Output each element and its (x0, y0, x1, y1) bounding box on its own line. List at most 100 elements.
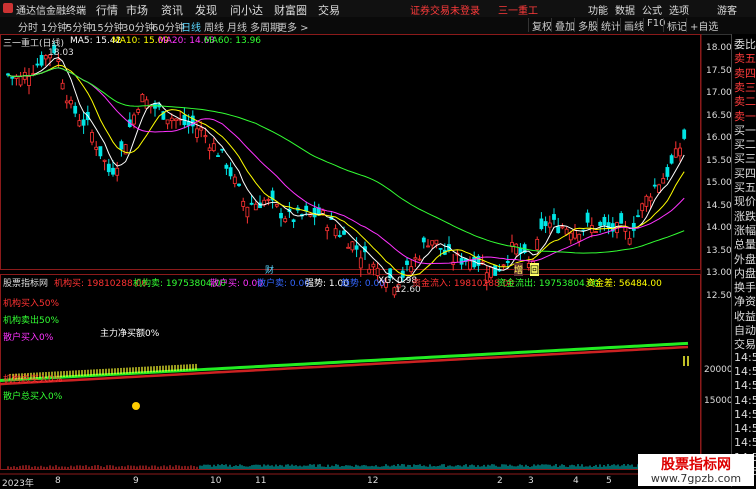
candle-body (665, 167, 670, 177)
period-15min[interactable]: 15分钟 (91, 19, 124, 34)
marker-finance[interactable]: 财 (265, 263, 274, 276)
candle-body (560, 226, 565, 229)
indicator-legend-item: 机构买入50% (3, 299, 60, 309)
candle-body (203, 135, 208, 138)
indicator-name[interactable]: 股票指标网 (3, 276, 48, 289)
candle-body (279, 212, 283, 219)
indicator-legend-item: 机构卖出50% (3, 316, 60, 326)
candle-body (325, 227, 330, 232)
period-multi[interactable]: 多周期 (250, 19, 280, 34)
candle-body (94, 146, 99, 150)
marker-buyback[interactable]: 回 (530, 263, 540, 276)
period-daily[interactable]: 日线 (181, 19, 201, 34)
price-tick: 18.00 (706, 43, 732, 53)
candle-body (438, 247, 443, 250)
date-tick: 10 (210, 476, 222, 486)
candle-body (69, 99, 73, 105)
period-intraday[interactable]: 分时 (18, 19, 38, 34)
indicator-tick-20000: 20000 (704, 365, 733, 375)
period-toolbar: 分时 1分钟 5分钟 15分钟 30分钟 60分钟 日线 周线 月线 多周期 更… (0, 17, 756, 35)
period-more[interactable]: 更多 > (277, 19, 309, 34)
price-tick: 15.00 (706, 178, 732, 188)
candle-body (106, 163, 111, 173)
candle-body (245, 206, 250, 218)
kline-frame (0, 34, 701, 270)
period-monthly[interactable]: 月线 (227, 19, 247, 34)
period-60min[interactable]: 60分钟 (152, 19, 185, 34)
candle-body (98, 146, 103, 157)
candle-body (354, 245, 359, 250)
candle-body (543, 221, 548, 227)
add-watchlist-button[interactable]: +自选 (686, 18, 721, 33)
candle-body (342, 230, 346, 235)
price-tick: 16.00 (706, 133, 732, 143)
candle-body (636, 215, 640, 218)
candle-body (333, 228, 338, 237)
menu-options[interactable]: 选项 (669, 2, 689, 17)
chart-canvas[interactable] (0, 34, 731, 487)
price-tick: 14.50 (706, 200, 732, 211)
side-panel-item: 14:5 (734, 407, 756, 421)
indicator-tick-15000: 15000 (704, 396, 733, 406)
candle-body (27, 76, 31, 86)
indicator-legend-item: 散户买入0% (3, 333, 54, 343)
candle-body (228, 167, 233, 177)
quote-side-panel[interactable]: 委比 卖五 卖四 卖三 卖二 卖一 买一 买二 买三 买四 买五 现价 涨跌 涨幅 总量 外盘 内盘 换手 净资 收益… (731, 34, 756, 487)
date-tick: 11 (255, 476, 267, 486)
candle-body (669, 155, 674, 164)
date-tick: 5 (606, 476, 612, 486)
candle-body (413, 257, 418, 260)
marker-increase[interactable]: 增 (514, 263, 524, 276)
candle-body (90, 132, 94, 143)
candle-body (165, 119, 170, 125)
candle-body (237, 183, 241, 186)
menu-function[interactable]: 功能 (588, 2, 608, 17)
indicator-value: 散户卖: 0.00 (257, 279, 310, 289)
app-title: 通达信金融终端 (16, 6, 86, 17)
menu-guest[interactable]: 游客 (717, 2, 737, 17)
app-logo-icon (3, 3, 13, 13)
candle-body (585, 212, 590, 223)
menu-data[interactable]: 数据 (615, 2, 635, 17)
candle-body (405, 260, 409, 265)
ma60-line (7, 67, 685, 254)
candle-body (577, 233, 582, 242)
login-status[interactable]: 证券交易未登录 (410, 2, 480, 17)
menu-item-quotes[interactable]: 行情 (96, 2, 118, 18)
candle-body (249, 202, 254, 205)
menu-item-wealth[interactable]: 财富圈 (274, 2, 307, 18)
candle-body (514, 243, 519, 255)
price-tick: 15.50 (706, 155, 732, 166)
date-tick: 3 (528, 476, 534, 486)
menu-item-discover[interactable]: 发现 (195, 2, 217, 18)
candle-body (346, 246, 351, 249)
candle-body (598, 221, 603, 226)
menu-item-market[interactable]: 市场 (126, 2, 148, 18)
menu-item-news[interactable]: 资讯 (161, 2, 183, 18)
period-5min[interactable]: 5分钟 (66, 19, 92, 34)
candle-body (421, 237, 426, 243)
period-weekly[interactable]: 周线 (204, 19, 224, 34)
candle-body (547, 222, 552, 228)
candle-body (594, 231, 598, 233)
candle-body (111, 167, 115, 175)
candle-body (539, 218, 544, 230)
period-1min[interactable]: 1分钟 (41, 19, 67, 34)
indicator-value: 散户买: 0.00 (210, 279, 263, 289)
period-30min[interactable]: 30分钟 (122, 19, 155, 34)
candle-body (136, 109, 141, 113)
menu-formula[interactable]: 公式 (642, 2, 662, 17)
candle-body (224, 164, 229, 169)
candle-body (434, 239, 439, 245)
date-tick: 4 (573, 476, 579, 486)
menu-item-assistant[interactable]: 问小达 (230, 2, 263, 18)
candle-body (195, 128, 199, 138)
side-panel-item: 14:5 (734, 393, 756, 407)
candle-body (274, 203, 279, 207)
price-tick: 14.00 (706, 223, 732, 233)
candle-body (682, 129, 687, 139)
candle-body (60, 82, 65, 90)
candle-body (505, 260, 510, 264)
candle-body (375, 267, 380, 276)
menu-item-trade[interactable]: 交易 (318, 2, 340, 18)
